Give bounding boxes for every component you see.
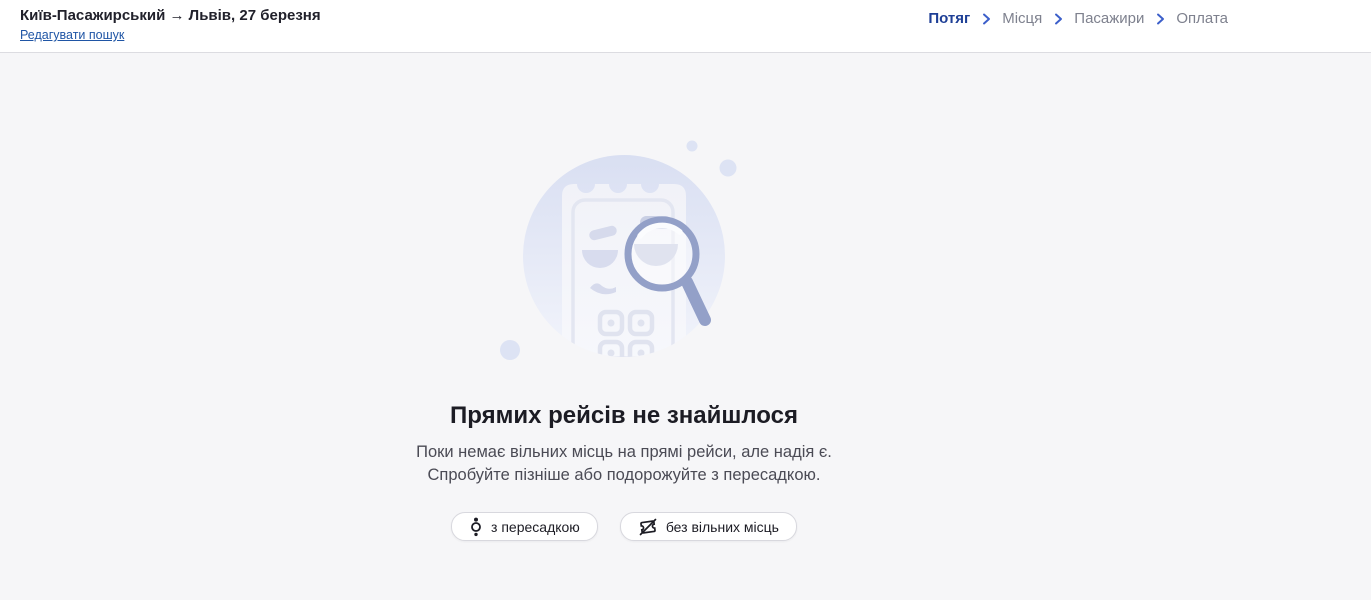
no-free-seats-button[interactable]: без вільних місць: [620, 512, 797, 541]
decor-dot-bottom: [500, 340, 520, 360]
decor-dot-small: [687, 141, 698, 152]
with-transfer-button[interactable]: з пересадкою: [451, 512, 598, 541]
with-transfer-label: з пересадкою: [491, 519, 580, 535]
description-line-1: Поки немає вільних місць на прямі рейси,…: [416, 441, 832, 464]
empty-state-title: Прямих рейсів не знайшлося: [450, 402, 798, 430]
page-header: Київ-Пасажирський → Львів, 27 березня Ре…: [0, 0, 1371, 53]
breadcrumb-step-seats: Місця: [1002, 10, 1042, 27]
no-free-seats-label: без вільних місць: [666, 519, 779, 535]
route-title: Київ-Пасажирський → Львів, 27 березня: [20, 6, 321, 25]
chevron-right-icon: [980, 13, 992, 25]
chevron-right-icon: [1052, 13, 1064, 25]
edit-search-link[interactable]: Редагувати пошук: [20, 28, 124, 42]
search-summary: Київ-Пасажирський → Львів, 27 березня Ре…: [20, 6, 321, 42]
empty-state-description: Поки немає вільних місць на прямі рейси,…: [416, 441, 832, 487]
breadcrumb-step-train[interactable]: Потяг: [928, 10, 970, 27]
breadcrumb-step-passengers: Пасажири: [1074, 10, 1144, 27]
description-line-2: Спробуйте пізніше або подорожуйте з пере…: [416, 464, 832, 487]
chevron-right-icon: [1154, 13, 1166, 25]
breadcrumb-step-payment: Оплата: [1176, 10, 1228, 27]
ticket-search-illustration: [494, 136, 754, 366]
transfer-route-icon: [469, 517, 483, 537]
decor-dot-medium: [720, 160, 737, 177]
empty-results-section: Прямих рейсів не знайшлося Поки немає ві…: [0, 53, 1248, 541]
no-ticket-icon: [638, 517, 658, 537]
alternative-options: з пересадкою без вільних місць: [451, 512, 797, 541]
checkout-breadcrumb: Потяг Місця Пасажири Оплата: [928, 6, 1228, 27]
